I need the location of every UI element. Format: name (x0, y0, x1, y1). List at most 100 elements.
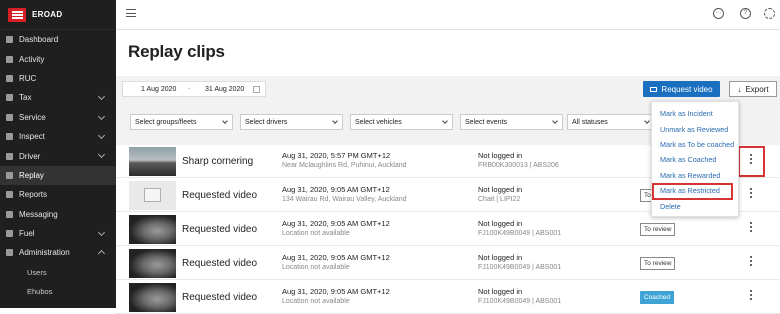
clip-location: Location not available (282, 230, 350, 237)
menu-item-mark-as-to-be-coached[interactable]: Mark as To be coached (652, 137, 738, 152)
filter-label: Select vehicles (355, 118, 402, 126)
service-icon (6, 113, 13, 121)
kebab-menu-icon[interactable] (750, 188, 753, 200)
sidebar-subitem-ehubos[interactable]: Ehubos (0, 282, 116, 301)
logo[interactable]: EROAD (0, 0, 116, 30)
clip-driver: Not logged in (478, 151, 523, 160)
filter-label: Select drivers (245, 118, 288, 126)
app-name: EROAD (32, 10, 63, 19)
clip-time: Aug 31, 2020, 9:05 AM GMT+12 (282, 185, 390, 194)
sidebar-item-label: Service (19, 112, 46, 122)
sidebar-item-replay[interactable]: Replay (0, 165, 116, 186)
date-separator: - (188, 85, 191, 93)
chevron-down-icon (97, 112, 106, 120)
filter-select[interactable]: Select vehicles (350, 114, 453, 130)
filter-select[interactable]: Select events (460, 114, 563, 130)
fuel-icon (6, 230, 13, 238)
status-badge: To review (640, 223, 676, 236)
collapse-menu-icon[interactable] (126, 9, 136, 19)
request-video-button[interactable]: Request video (643, 81, 720, 97)
chevron-down-icon (644, 118, 650, 124)
status-badge: To review (640, 257, 676, 270)
topbar: ··· ? (116, 0, 780, 30)
menu-item-delete[interactable]: Delete (652, 198, 738, 213)
highlight-kebab (738, 146, 765, 177)
menu-item-mark-as-coached[interactable]: Mark as Coached (652, 152, 738, 167)
sidebar-item-label: Reports (19, 190, 48, 200)
reports-icon (6, 191, 13, 199)
eroad-logo-icon (8, 7, 26, 22)
chevron-down-icon (222, 118, 228, 124)
video-thumbnail[interactable] (129, 215, 176, 244)
settings-gear-icon[interactable] (764, 8, 775, 19)
filter-label: Select events (465, 118, 508, 126)
sidebar-item-label: Messaging (19, 209, 58, 219)
sidebar-item-label: Inspect (19, 132, 45, 142)
sidebar-item-reports[interactable]: Reports (0, 185, 116, 204)
clip-vehicle: Chait | LIPI22 (478, 196, 521, 203)
dashboard-icon (6, 36, 13, 44)
sidebar-item-ruc[interactable]: RUC (0, 69, 116, 88)
sidebar-item-fuel[interactable]: Fuel (0, 224, 116, 243)
date-range-picker[interactable]: 1 Aug 2020 - 31 Aug 2020 (122, 81, 266, 97)
kebab-menu-icon[interactable] (750, 256, 753, 268)
sidebar-item-label: Administration (19, 248, 70, 258)
chevron-down-icon (97, 250, 106, 258)
clip-title[interactable]: Requested video (182, 224, 257, 235)
filter-select[interactable]: Select drivers (240, 114, 343, 130)
sidebar-item-driver[interactable]: Driver (0, 146, 116, 165)
sidebar-item-administration[interactable]: Administration (0, 243, 116, 262)
chat-icon[interactable]: ··· (713, 8, 724, 19)
driver-icon (6, 152, 13, 160)
tax-icon (6, 94, 13, 102)
menu-item-mark-as-incident[interactable]: Mark as Incident (652, 106, 738, 121)
clip-title[interactable]: Sharp cornering (182, 156, 253, 167)
clip-time: Aug 31, 2020, 9:05 AM GMT+12 (282, 253, 390, 262)
sidebar-item-service[interactable]: Service (0, 108, 116, 127)
sidebar-item-activity[interactable]: Activity (0, 49, 116, 68)
video-thumbnail[interactable] (129, 249, 176, 278)
date-to: 31 Aug 2020 (205, 85, 245, 93)
highlight-restricted (652, 183, 733, 200)
video-thumbnail[interactable] (129, 147, 176, 176)
export-label: Export (745, 84, 769, 94)
sidebar-item-dashboard[interactable]: Dashboard (0, 30, 116, 49)
clip-vehicle: FJ100K49B0049 | ABS001 (478, 264, 562, 271)
sidebar-item-label: Tax (19, 93, 32, 103)
video-thumbnail[interactable] (129, 181, 176, 210)
export-button[interactable]: ↓ Export (729, 81, 777, 97)
sidebar-item-messaging[interactable]: Messaging (0, 205, 116, 224)
clip-title[interactable]: Requested video (182, 190, 257, 201)
table-row[interactable]: Requested video Aug 31, 2020, 9:05 AM GMT… (116, 213, 780, 246)
chevron-down-icon (552, 118, 558, 124)
sidebar-item-label: Activity (19, 54, 45, 64)
clip-title[interactable]: Requested video (182, 258, 257, 269)
clip-time: Aug 31, 2020, 5:57 PM GMT+12 (282, 151, 391, 160)
kebab-menu-icon[interactable] (750, 222, 753, 234)
clip-driver: Not logged in (478, 219, 523, 228)
chevron-down-icon (97, 93, 106, 101)
clip-vehicle: FJ100K49B0049 | ABS001 (478, 230, 562, 237)
sidebar-nav: Dashboard Activity RUC Tax Service Inspect Dri… (0, 30, 116, 301)
clip-title[interactable]: Requested video (182, 292, 257, 303)
calendar-icon[interactable] (253, 86, 260, 93)
image-placeholder-icon (144, 188, 161, 202)
sidebar-item-label: Fuel (19, 229, 35, 239)
chevron-down-icon (332, 118, 338, 124)
clip-vehicle: FJ100K49B0049 | ABS001 (478, 298, 562, 305)
sidebar-item-tax[interactable]: Tax (0, 88, 116, 107)
table-row[interactable]: Requested video Aug 31, 2020, 9:05 AM GMT… (116, 281, 780, 314)
filter-select[interactable]: Select groups/fleets (130, 114, 233, 130)
page-title: Replay clips (128, 42, 225, 61)
sidebar-subitem-users[interactable]: Users (0, 263, 116, 282)
table-row[interactable]: Requested video Aug 31, 2020, 9:05 AM GMT… (116, 247, 780, 280)
kebab-menu-icon[interactable] (750, 290, 753, 302)
menu-item-unmark-as-reviewed[interactable]: Unmark as Reviewed (652, 121, 738, 136)
help-icon[interactable]: ? (740, 8, 751, 19)
video-icon (650, 86, 658, 92)
clip-location: Location not available (282, 298, 350, 305)
menu-item-mark-as-rewarded[interactable]: Mark as Rewarded (652, 168, 738, 183)
sidebar-item-inspect[interactable]: Inspect (0, 127, 116, 146)
sidebar-item-label: RUC (19, 73, 37, 83)
filter-select[interactable]: All statuses (567, 114, 655, 130)
